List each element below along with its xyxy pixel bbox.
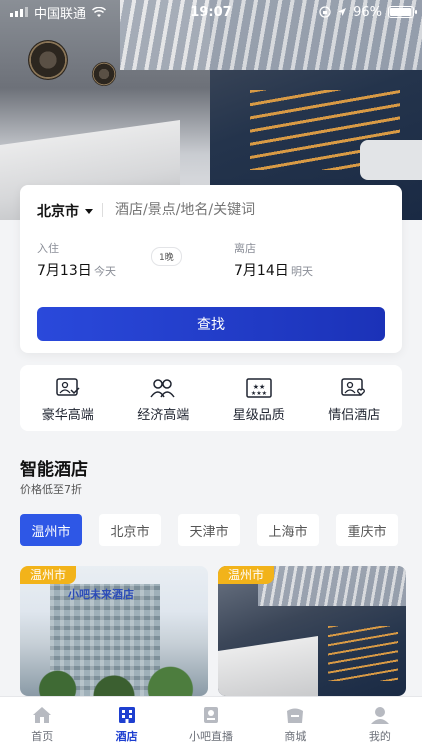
hotel-card[interactable]: 温州市 — [218, 566, 406, 696]
tab-profile[interactable]: 我的 — [338, 697, 422, 750]
hotel-desk-image — [218, 636, 318, 696]
hotel-stair-image — [328, 626, 398, 681]
battery-icon — [388, 6, 417, 18]
search-button[interactable]: 查找 — [37, 307, 385, 341]
home-icon — [32, 705, 52, 725]
wall-clock — [92, 62, 116, 86]
tab-home[interactable]: 首页 — [0, 697, 84, 750]
category-couple[interactable]: 情侣酒店 — [307, 365, 403, 431]
status-bar: 中国联通 19:07 96% — [0, 0, 422, 24]
heart-photo-icon — [341, 377, 367, 399]
city-chip-chongqing[interactable]: 重庆市 — [336, 514, 398, 546]
category-economy[interactable]: 经济高端 — [116, 365, 212, 431]
checkout-day: 明天 — [291, 265, 313, 278]
tab-label: 小吧直播 — [189, 730, 234, 743]
wall-clock — [28, 40, 68, 80]
hotel-icon — [117, 705, 137, 725]
city-chip-beijing[interactable]: 北京市 — [99, 514, 161, 546]
divider — [102, 203, 103, 217]
checkin-label: 入住 — [37, 242, 59, 255]
battery-percent: 96% — [353, 4, 382, 20]
tab-mall[interactable]: 商城 — [253, 697, 337, 750]
nights-badge: 1晚 — [151, 247, 182, 266]
stars-icon: ★★ ★★★ — [246, 377, 272, 399]
checkout-date[interactable]: 7月14日 — [234, 260, 289, 280]
search-card: 北京市 入住 7月13日 今天 1晚 离店 7月14日 明天 查找 — [20, 185, 402, 353]
city-chip-tianjin[interactable]: 天津市 — [178, 514, 240, 546]
tab-live[interactable]: 小吧直播 — [169, 697, 253, 750]
city-name: 北京市 — [37, 204, 79, 220]
section-subtitle: 价格低至7折 — [20, 483, 82, 496]
category-label: 情侣酒店 — [328, 408, 381, 423]
category-bar: 豪华高端 经济高端 ★★ ★★★ 星级品质 情侣酒店 — [20, 365, 402, 431]
tab-label: 我的 — [368, 730, 391, 743]
rotation-lock-icon — [319, 6, 331, 18]
mall-icon — [285, 705, 305, 725]
hotel-sign: 小吧未来酒店 — [68, 588, 134, 601]
carrier-name: 中国联通 — [34, 6, 87, 22]
city-selector[interactable]: 北京市 — [37, 201, 93, 221]
checkin-day: 今天 — [94, 265, 116, 278]
category-star[interactable]: ★★ ★★★ 星级品质 — [211, 365, 307, 431]
section-title: 智能酒店 — [20, 460, 88, 480]
hotel-card[interactable]: 小吧未来酒店 温州市 — [20, 566, 208, 696]
tab-hotel[interactable]: 酒店 — [84, 697, 168, 750]
signal-icon — [10, 7, 28, 17]
category-luxury[interactable]: 豪华高端 — [20, 365, 116, 431]
city-filter-chips: 温州市 北京市 天津市 上海市 重庆市 — [20, 514, 398, 546]
category-label: 豪华高端 — [41, 408, 94, 423]
checkout-label: 离店 — [234, 242, 256, 255]
search-input[interactable] — [115, 202, 375, 218]
profile-icon — [370, 705, 390, 725]
tab-label: 首页 — [31, 730, 54, 743]
hero-sofa — [360, 140, 422, 180]
category-label: 星级品质 — [232, 408, 285, 423]
city-chip-shanghai[interactable]: 上海市 — [257, 514, 319, 546]
hotel-city-tag: 温州市 — [20, 566, 77, 584]
hotel-city-tag: 温州市 — [218, 566, 275, 584]
luxury-photo-icon — [55, 377, 81, 399]
people-icon — [150, 377, 176, 399]
svg-text:★★★: ★★★ — [251, 390, 267, 397]
location-icon — [338, 8, 347, 16]
category-label: 经济高端 — [137, 408, 190, 423]
hotel-lobby-image — [258, 566, 406, 606]
caret-down-icon — [85, 208, 93, 214]
tab-label: 商城 — [284, 730, 307, 743]
hotel-trees-image — [20, 662, 208, 696]
city-chip-wenzhou[interactable]: 温州市 — [20, 514, 82, 546]
tab-label: 酒店 — [115, 730, 138, 743]
battery-fill — [390, 8, 412, 16]
wifi-icon — [92, 6, 107, 17]
tab-bar: 首页 酒店 小吧直播 商城 我的 — [0, 696, 422, 750]
checkin-date[interactable]: 7月13日 — [37, 260, 92, 280]
live-icon — [201, 705, 221, 725]
